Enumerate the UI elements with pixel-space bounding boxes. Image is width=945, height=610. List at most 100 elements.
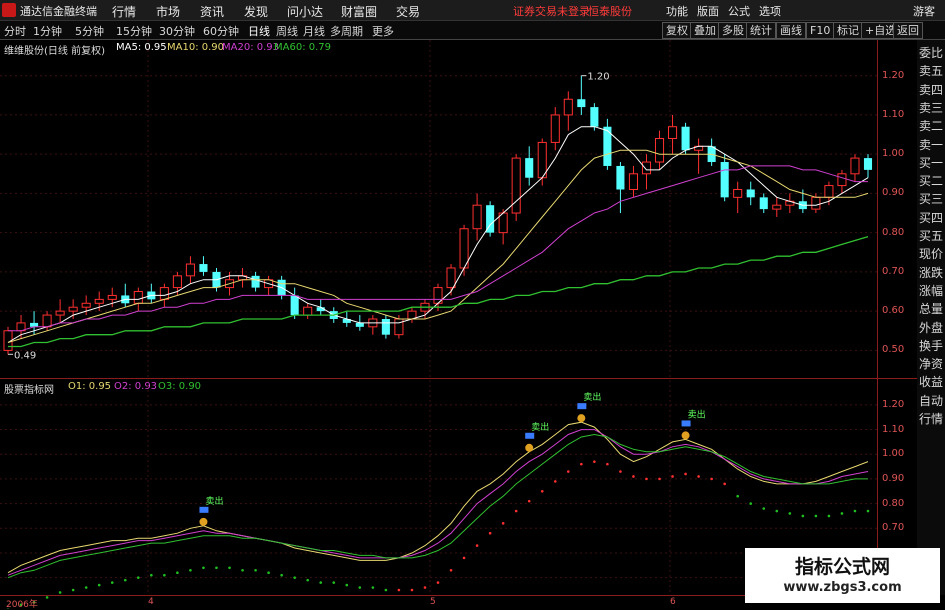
stop-dot (71, 588, 75, 592)
indicator-axis-label: 0.70 (882, 522, 905, 534)
indicator-axis-label: 1.20 (882, 398, 905, 410)
candle-up (628, 173, 638, 190)
side-panel-item[interactable]: 涨跌 (919, 264, 943, 281)
date-label: 6 (670, 597, 676, 607)
stop-dot (749, 502, 753, 505)
side-panel-item[interactable]: 卖一 (919, 136, 943, 153)
stop-dot (514, 509, 518, 513)
candle-up (563, 98, 573, 116)
stop-dot (736, 494, 739, 498)
side-panel-item[interactable]: 涨幅 (919, 282, 943, 299)
date-label: 2006年 (6, 600, 38, 610)
stop-dot (593, 460, 596, 463)
stop-dot (150, 573, 153, 577)
candle-down (746, 189, 755, 198)
stop-dot (137, 576, 140, 579)
side-panel-item[interactable]: 卖五 (919, 62, 943, 79)
stop-dot (567, 470, 570, 473)
candle-up (837, 173, 847, 187)
side-panel-item[interactable]: 买五 (919, 227, 943, 244)
stop-dot (332, 581, 336, 584)
price-axis-label: 0.90 (882, 187, 905, 199)
candle-up (654, 137, 665, 163)
candle-down (355, 322, 364, 327)
tool-back[interactable]: 返回 (893, 22, 923, 39)
stop-dot (267, 571, 270, 575)
stop-dot (814, 514, 818, 518)
side-panel-item[interactable]: 总量 (919, 300, 943, 317)
signal-coin (577, 414, 586, 423)
stop-dot (540, 489, 544, 493)
side-panel-item[interactable]: 现价 (919, 245, 943, 262)
guest-label[interactable]: 游客 (913, 3, 935, 19)
side-panel-item[interactable]: 净资 (919, 355, 943, 372)
side-panel-item[interactable]: 行情 (919, 410, 943, 427)
side-panel-item[interactable]: 卖三 (919, 99, 943, 116)
stop-dot (84, 586, 88, 589)
candle-up (550, 114, 560, 143)
side-panel-item[interactable]: 卖二 (919, 117, 943, 134)
candle-up (394, 318, 404, 336)
side-panel-item[interactable]: 买三 (919, 190, 943, 207)
candle-down (290, 295, 299, 316)
price-axis: 1.20 1.10 1.00 0.90 0.80 0.70 0.60 0.50 1.20 1.10… (877, 40, 916, 595)
side-panel-item[interactable]: 买一 (919, 154, 943, 171)
high-price-label: 1.20 (587, 72, 609, 83)
stop-dot (840, 512, 844, 515)
stop-dot (436, 581, 440, 584)
indicator-axis-label: 0.90 (882, 472, 905, 484)
side-panel-item[interactable]: 换手 (919, 337, 943, 354)
candle-down (251, 275, 260, 288)
candle-up (55, 310, 65, 316)
date-label: 5 (430, 597, 436, 607)
indicator-axis-label: 1.00 (882, 448, 905, 460)
side-panel-item[interactable]: 委比 (919, 44, 943, 61)
candle-up (185, 263, 195, 277)
stop-dot (553, 480, 557, 483)
sell-signal-label: 卖出 (531, 421, 549, 433)
side-panel-item[interactable]: 卖四 (919, 81, 943, 98)
stop-dot (671, 475, 674, 478)
price-chart[interactable]: 1.200.49卖出卖出卖出卖出 (0, 0, 877, 609)
stop-dot (462, 556, 466, 560)
signal-flag (577, 403, 587, 410)
stop-dot (280, 573, 283, 577)
candle-down (525, 158, 534, 178)
side-panel-item[interactable]: 收益 (919, 373, 943, 390)
indicator-axis-label: 0.80 (882, 497, 905, 509)
stop-dot (827, 514, 831, 518)
price-axis-label: 1.10 (882, 108, 905, 120)
stop-dot (645, 477, 648, 481)
stop-dot (775, 509, 779, 513)
stop-dot (488, 531, 492, 535)
stop-dot (228, 566, 231, 570)
signal-flag (199, 506, 209, 513)
stop-dot (449, 568, 453, 572)
side-panel-item[interactable]: 自动 (919, 392, 943, 409)
price-axis-label: 0.50 (882, 344, 905, 356)
stop-dot (58, 591, 62, 594)
signal-coin (525, 443, 534, 452)
stop-dot (345, 583, 349, 587)
stop-dot (619, 470, 622, 473)
candle-up (733, 188, 743, 198)
sell-signal-label: 卖出 (205, 495, 223, 507)
price-axis-label: 1.20 (882, 69, 905, 81)
side-panel-item[interactable]: 买二 (919, 172, 943, 189)
stop-dot (853, 509, 857, 513)
stop-dot (501, 522, 505, 525)
sell-signal-label: 卖出 (583, 391, 601, 403)
candle-down (720, 162, 729, 198)
candle-down (30, 322, 39, 327)
stop-dot (384, 588, 388, 592)
stop-dot (606, 462, 609, 466)
candle-up (303, 306, 313, 316)
price-axis-label: 0.70 (882, 265, 905, 277)
signal-flag (681, 420, 691, 427)
side-panel-item[interactable]: 外盘 (919, 319, 943, 336)
stop-dot (697, 475, 700, 478)
signal-flag (525, 432, 535, 439)
quote-side-panel[interactable]: 委比 卖五卖四 卖三 卖二卖一 买一 买二 买三买四 买五 现价涨跌 涨幅 总量外盘 换手 净资 收益自动… (917, 40, 945, 595)
candle-up (824, 185, 834, 198)
side-panel-item[interactable]: 买四 (919, 209, 943, 226)
